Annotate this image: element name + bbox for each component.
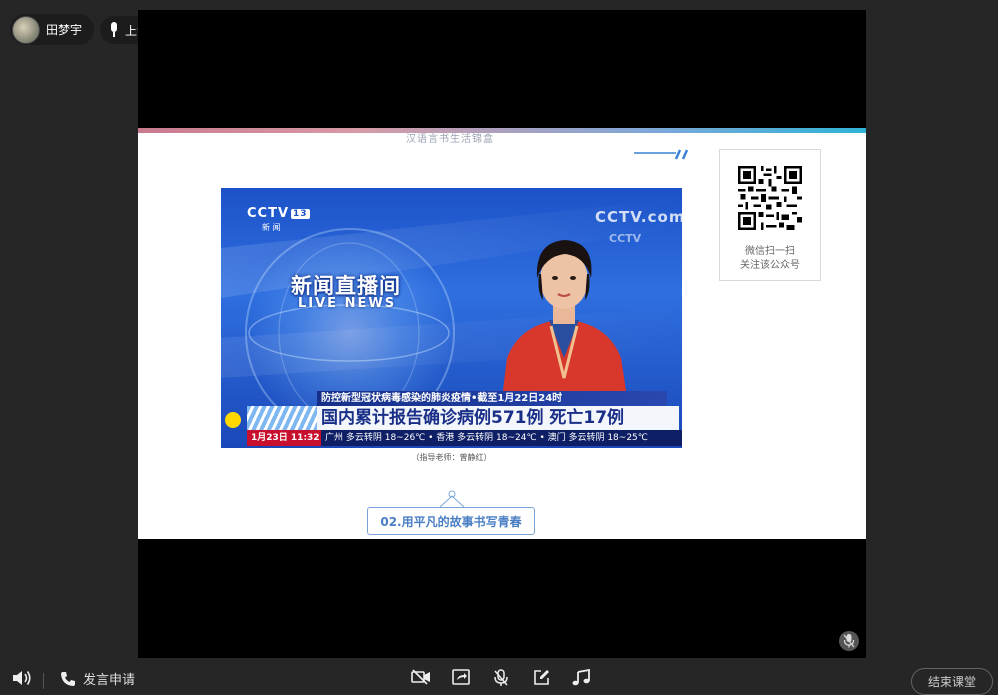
camera-off-icon (411, 669, 430, 685)
ticker-main: 国内累计报告确诊病例571例 死亡17例 (317, 406, 679, 430)
whiteboard-edit-button[interactable] (533, 669, 550, 686)
music-icon (572, 669, 590, 686)
ticker-datetime: 1月23日 11:32 (247, 430, 321, 446)
apply-speak-button[interactable]: 发言申请 (60, 669, 135, 688)
qr-code-card: 微信扫一扫 关注该公众号 (719, 149, 821, 281)
edit-icon (534, 670, 549, 685)
qr-caption-line2: 关注该公众号 (740, 260, 800, 271)
apply-speak-label: 发言申请 (83, 673, 136, 688)
presentation-stage: 汉语言书生活锦盒 微信扫一扫 关注该公众号 CCTV 13 新 闻 CCTV.c… (138, 10, 866, 658)
music-button[interactable] (572, 669, 590, 686)
slide-decoration-icon (634, 149, 689, 160)
toolbar-divider (43, 673, 44, 689)
user-chip[interactable]: 田梦宇 (10, 14, 95, 45)
user-name: 田梦宇 (46, 23, 83, 37)
phone-icon (61, 671, 75, 686)
screen-share-button[interactable] (452, 669, 470, 685)
microphone-icon (494, 669, 508, 686)
channel-number: 13 (291, 208, 310, 219)
bottom-toolbar: 发言申请 结束课堂 (0, 665, 998, 695)
program-subtitle: LIVE NEWS (298, 296, 397, 311)
microphone-status-icon (111, 22, 117, 37)
stage-microphone-icon[interactable] (839, 631, 859, 651)
speaker-icon (13, 671, 31, 685)
channel-sub: 新 闻 (262, 223, 281, 232)
avatar (12, 15, 40, 44)
play-icon (225, 412, 241, 428)
ticker-weather: 广州 多云转阴 18~26℃ • 香港 多云转阴 18~24℃ • 澳门 多云转… (321, 430, 682, 446)
slide-cut-heading: 汉语言书生活锦盒 (406, 134, 494, 145)
classroom-screen: 田梦宇 上课中 汉语言书生活锦盒 (0, 0, 998, 695)
news-video-frame[interactable]: CCTV 13 新 闻 CCTV.com CCTV 新闻直播间 LIVE NEWS (221, 188, 682, 448)
ticker-stripe (247, 406, 317, 430)
section-pin-icon (439, 490, 465, 508)
qr-caption-line1: 微信扫一扫 (745, 246, 795, 257)
screen-share-icon (452, 669, 470, 685)
volume-button[interactable] (12, 669, 32, 687)
microphone-toggle-button[interactable] (493, 669, 509, 687)
video-caption: （指导老师：曾静红） (411, 453, 492, 462)
ticker-headline: 防控新型冠状病毒感染的肺炎疫情•截至1月22日24时 (317, 391, 667, 406)
end-class-button[interactable]: 结束课堂 (911, 668, 993, 695)
camera-toggle-button[interactable] (411, 669, 431, 685)
slide: 汉语言书生活锦盒 微信扫一扫 关注该公众号 CCTV 13 新 闻 CCTV.c… (138, 128, 866, 539)
section-tag: 02.用平凡的故事书写青春 (367, 507, 535, 535)
channel-logo-text: CCTV (247, 206, 290, 221)
slide-top-strip (138, 128, 866, 133)
qr-code-icon (738, 166, 802, 230)
channel-logo: CCTV 13 (247, 206, 310, 221)
